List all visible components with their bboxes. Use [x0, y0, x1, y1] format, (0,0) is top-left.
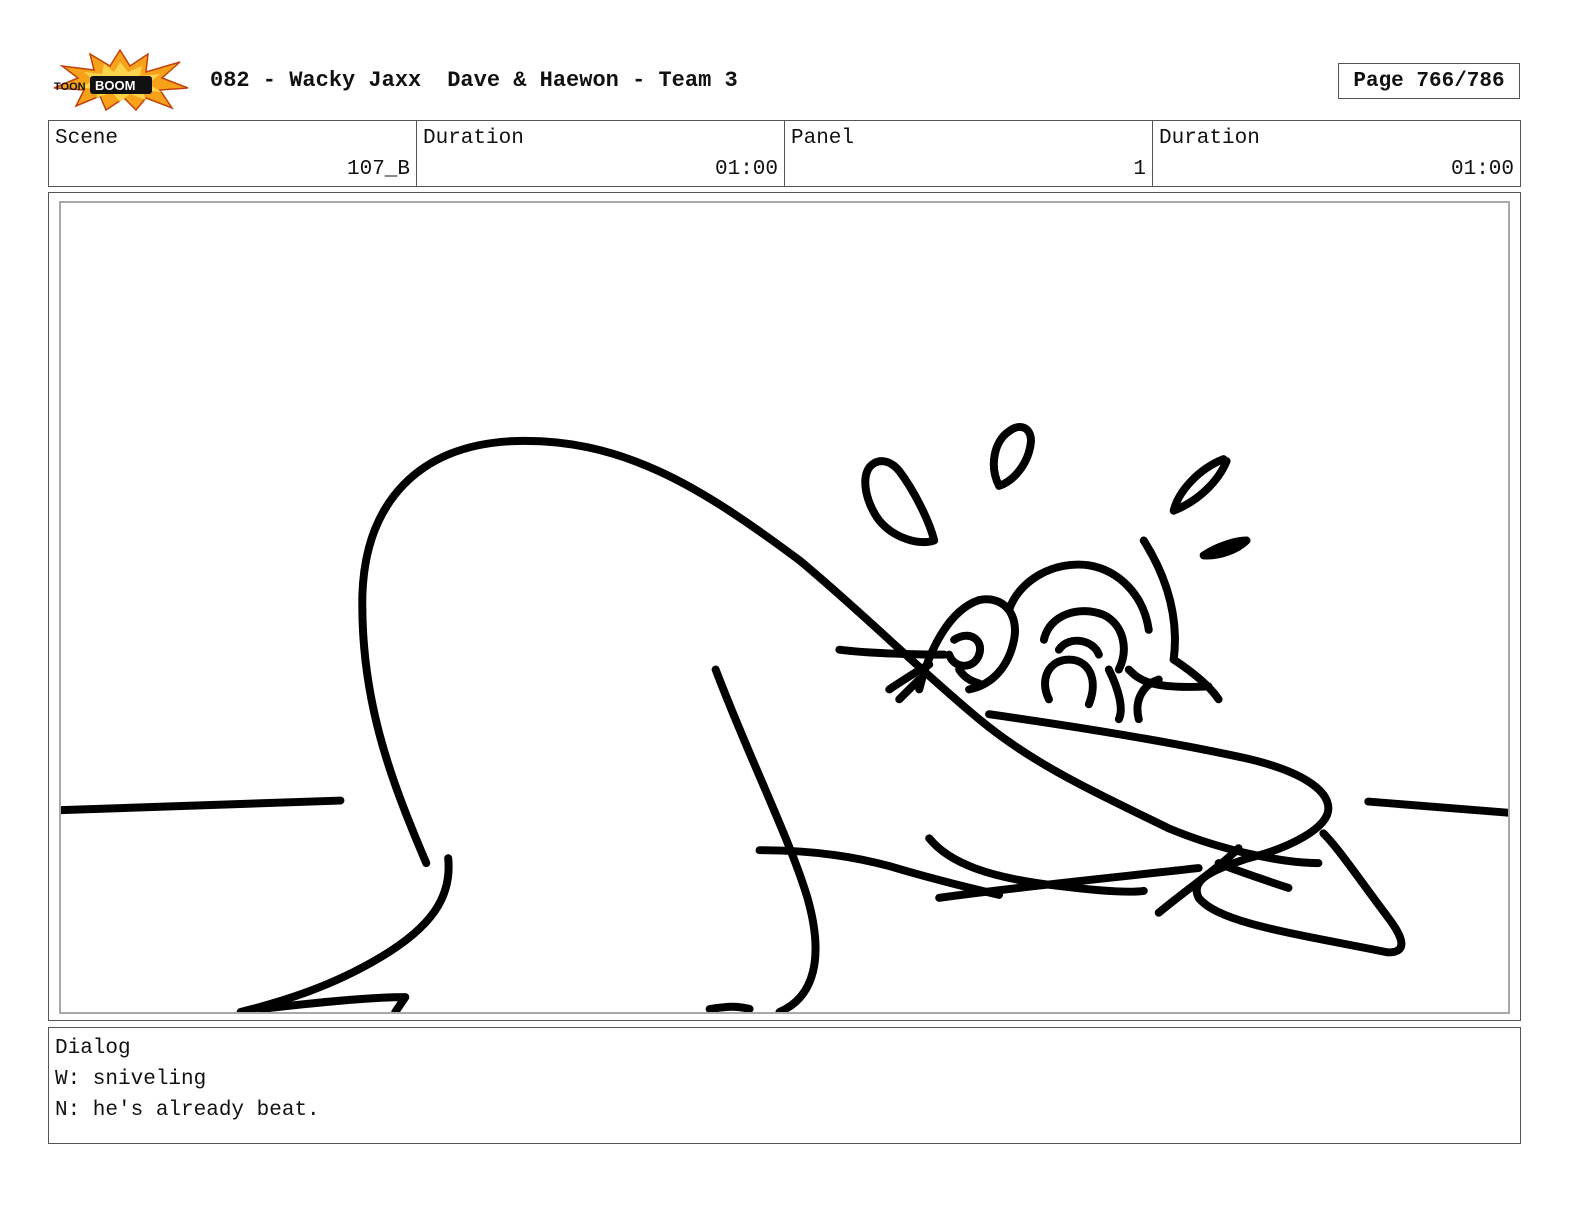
panel-cell: Panel 1 — [785, 121, 1153, 186]
panel-duration-value: 01:00 — [1450, 158, 1514, 181]
logo-text-boom: BOOM — [95, 78, 135, 93]
team-title: Dave & Haewon - Team 3 — [447, 68, 738, 93]
scene-duration-label: Duration — [423, 127, 524, 150]
dialog-line-2: N: he's already beat. — [55, 1099, 320, 1122]
scene-cell: Scene 107_B — [49, 121, 417, 186]
panel-value: 1 — [1133, 158, 1146, 181]
panel-label: Panel — [791, 127, 855, 150]
scene-duration-cell: Duration 01:00 — [417, 121, 785, 186]
dialog-label: Dialog — [55, 1037, 131, 1060]
scene-duration-value: 01:00 — [714, 158, 778, 181]
storyboard-sketch-crouching-character-icon — [61, 423, 1508, 1012]
logo-text-toon: TOON — [54, 81, 86, 93]
panel-duration-cell: Duration 01:00 — [1153, 121, 1520, 186]
toon-boom-logo: TOON BOOM — [50, 48, 190, 112]
storyboard-panel-drawing — [59, 201, 1510, 1014]
dialog-line-1: W: sniveling — [55, 1068, 207, 1091]
panel-duration-label: Duration — [1159, 127, 1260, 150]
panel-info-row: Scene 107_B Duration 01:00 Panel 1 Durat… — [48, 120, 1521, 187]
episode-title: 082 - Wacky Jaxx — [210, 68, 422, 93]
page-indicator: Page 766/786 — [1338, 63, 1520, 99]
storyboard-panel-frame — [48, 192, 1521, 1021]
storyboard-title: 082 - Wacky Jaxx Dave & Haewon - Team 3 — [210, 68, 738, 93]
scene-value: 107_B — [346, 158, 410, 181]
dialog-box: Dialog W: sniveling N: he's already beat… — [48, 1027, 1521, 1144]
scene-label: Scene — [55, 127, 119, 150]
